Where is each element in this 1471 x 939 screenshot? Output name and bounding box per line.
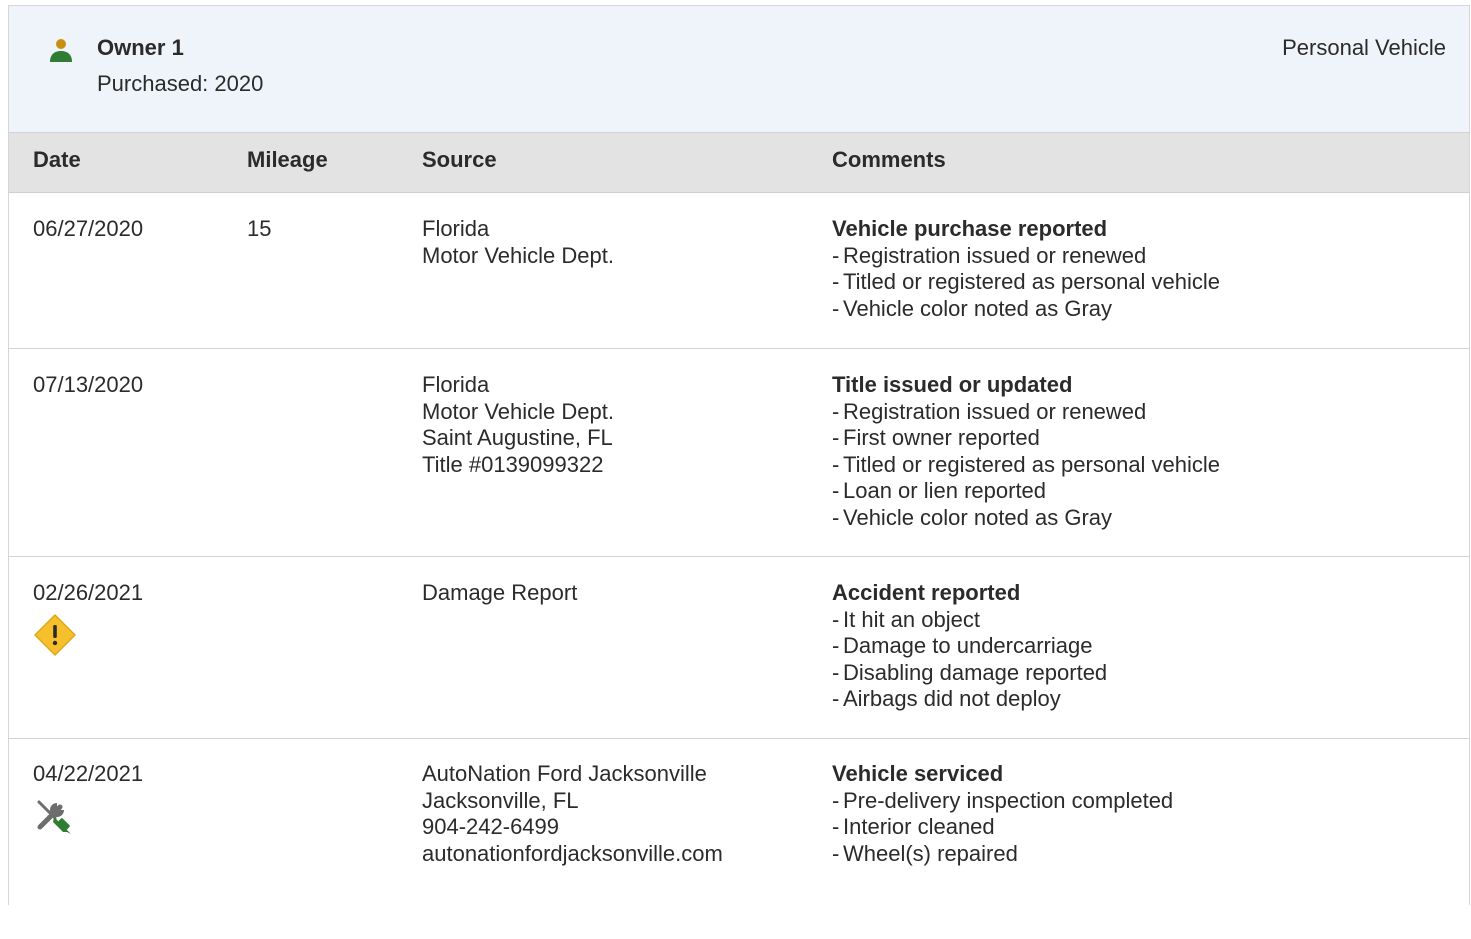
owner-vehicle-type: Personal Vehicle — [1282, 35, 1446, 60]
header-source: Source — [422, 147, 497, 172]
row-date: 06/27/2020 — [33, 216, 143, 243]
date-text: 06/27/2020 — [33, 216, 144, 241]
row-date: 07/13/2020 — [33, 372, 143, 399]
comment-item: - Wheel(s) repaired — [832, 840, 1018, 866]
table-row: 06/27/2020 15 Florida Motor Vehicle Dept… — [9, 193, 1469, 349]
source-line: Florida — [422, 216, 490, 241]
source-line: Saint Augustine, FL — [422, 425, 613, 451]
source-line: Motor Vehicle Dept. — [422, 242, 614, 268]
comment-title: Accident reported — [832, 580, 1021, 605]
header-comments: Comments — [832, 147, 946, 172]
source-line: Motor Vehicle Dept. — [422, 398, 614, 424]
source-line: Florida — [422, 372, 490, 397]
table-row: 02/26/2021 Damage Report Accident report… — [9, 557, 1469, 739]
row-source: Florida Motor Vehicle Dept. — [422, 216, 614, 269]
owner-purchased: Purchased: 2020 — [97, 71, 264, 96]
warning-icon — [34, 613, 76, 656]
source-line: 904-242-6499 — [422, 814, 560, 840]
comment-title: Title issued or updated — [832, 372, 1073, 397]
comment-item: - Airbags did not deploy — [832, 686, 1061, 712]
comment-item: - It hit an object — [832, 606, 980, 632]
owner-header: Owner 1 Purchased: 2020 Personal Vehicle — [9, 6, 1469, 133]
comment-item: - Vehicle color noted as Gray — [832, 504, 1113, 530]
date-text: 02/26/2021 — [33, 580, 144, 605]
row-source: Florida Motor Vehicle Dept. Saint August… — [422, 372, 614, 478]
row-date: 02/26/2021 — [33, 580, 143, 657]
person-icon — [50, 39, 72, 62]
comment-item: - Interior cleaned — [832, 814, 995, 840]
comment-item: - Vehicle color noted as Gray — [832, 295, 1113, 321]
source-line[interactable]: autonationfordjacksonville.com — [422, 841, 723, 868]
comment-item: - Damage to undercarriage — [832, 633, 1093, 659]
source-line: Damage Report — [422, 580, 578, 605]
comment-item: - Titled or registered as personal vehicl… — [832, 269, 1221, 295]
table-row: 04/22/2021 AutoNation Ford Jacksonville … — [9, 739, 1469, 939]
row-comments: Title issued or updated - Registration is… — [832, 372, 1220, 532]
row-source: AutoNation Ford Jacksonville Jacksonvill… — [422, 761, 723, 867]
date-text: 07/13/2020 — [33, 372, 144, 397]
owner-title: Owner 1 — [97, 35, 184, 60]
table-header: Date Mileage Source Comments — [9, 133, 1469, 193]
owner-history-card: Owner 1 Purchased: 2020 Personal Vehicle… — [8, 5, 1470, 905]
row-mileage: 15 — [247, 216, 272, 241]
comment-item: - Registration issued or renewed — [832, 242, 1147, 268]
service-tools-icon — [37, 800, 71, 834]
source-line: AutoNation Ford Jacksonville — [422, 761, 707, 786]
row-comments: Accident reported - It hit an object - Dam… — [832, 580, 1107, 713]
source-line: Title #0139099322 — [422, 451, 604, 477]
source-line: Jacksonville, FL — [422, 787, 579, 813]
header-date: Date — [33, 147, 81, 172]
comment-item: - First owner reported — [832, 425, 1040, 451]
row-comments: Vehicle purchase reported - Registration … — [832, 216, 1220, 322]
row-date: 04/22/2021 — [33, 761, 143, 838]
table-row: 07/13/2020 Florida Motor Vehicle Dept. S… — [9, 349, 1469, 557]
comment-title: Vehicle purchase reported — [832, 216, 1108, 241]
row-comments: Vehicle serviced - Pre-delivery inspectio… — [832, 761, 1173, 867]
comment-item: - Pre-delivery inspection completed — [832, 787, 1174, 813]
row-source: Damage Report — [422, 580, 577, 607]
comment-item: - Registration issued or renewed — [832, 398, 1147, 424]
comment-item: - Loan or lien reported — [832, 478, 1047, 504]
comment-title: Vehicle serviced — [832, 761, 1004, 786]
date-text: 04/22/2021 — [33, 761, 144, 786]
header-mileage: Mileage — [247, 147, 328, 172]
comment-item: - Disabling damage reported — [832, 659, 1108, 685]
comment-item: - Titled or registered as personal vehicl… — [832, 451, 1221, 477]
